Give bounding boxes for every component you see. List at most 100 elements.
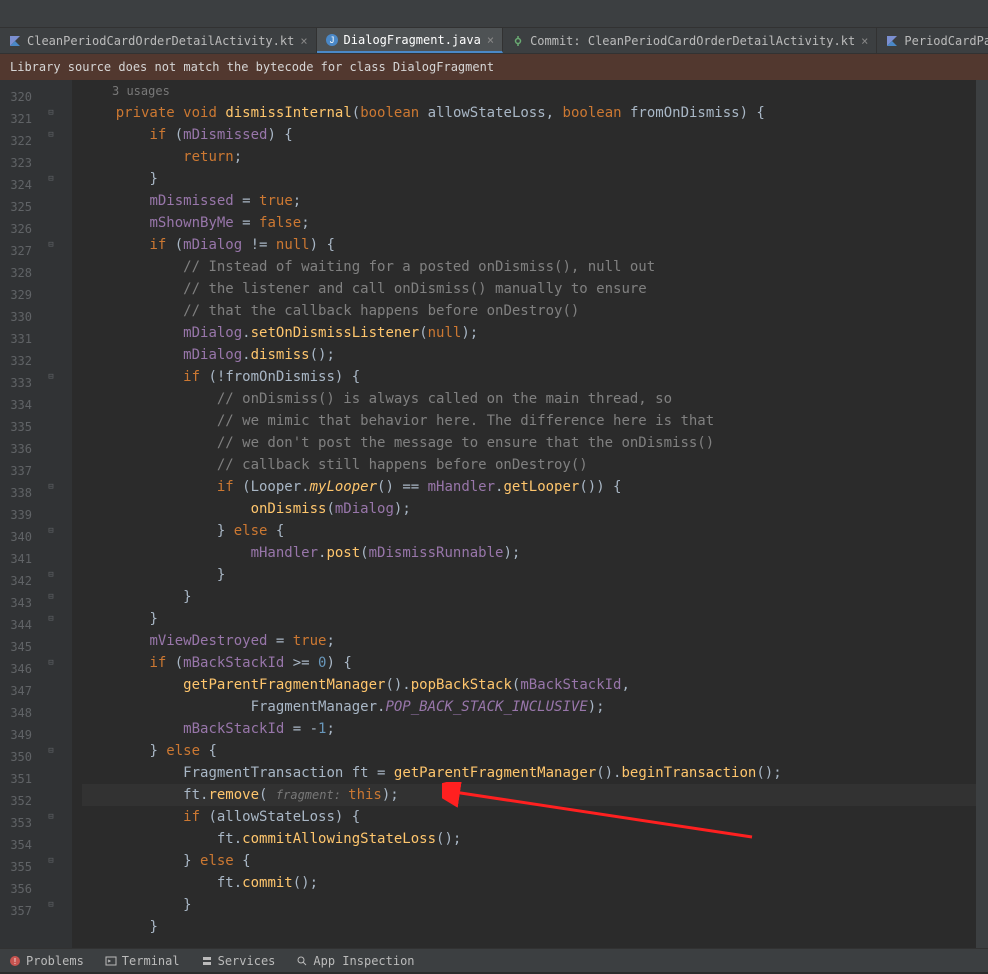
line-number: 339 [0,504,32,526]
code-line: if (mBackStackId >= 0) { [82,652,976,674]
fold-marker[interactable]: ⊟ [46,174,56,184]
fold-marker[interactable]: ⊟ [46,570,56,580]
bytecode-warning-banner: Library source does not match the byteco… [0,54,988,80]
error-icon: ! [8,954,22,968]
editor-tabs-bar: CleanPeriodCardOrderDetailActivity.kt × … [0,28,988,54]
code-line: FragmentManager.POP_BACK_STACK_INCLUSIVE… [82,696,976,718]
line-number: 328 [0,262,32,284]
code-line: mDialog.dismiss(); [82,344,976,366]
kotlin-icon [885,34,899,48]
tab-pause-dialog[interactable]: PeriodCardPauseServiceDialog.kt × [877,28,988,53]
code-line: return; [82,146,976,168]
tool-label: Problems [26,954,84,968]
tool-label: Terminal [122,954,180,968]
code-line: mHandler.post(mDismissRunnable); [82,542,976,564]
code-line-current: ft.remove( fragment: this); [82,784,976,806]
line-number: 331 [0,328,32,350]
fold-marker[interactable]: ⊟ [46,372,56,382]
line-number: 348 [0,702,32,724]
code-line: if (mDialog != null) { [82,234,976,256]
tool-label: Services [218,954,276,968]
fold-marker[interactable]: ⊟ [46,592,56,602]
code-line: FragmentTransaction ft = getParentFragme… [82,762,976,784]
code-line: } [82,586,976,608]
tab-label: CleanPeriodCardOrderDetailActivity.kt [27,34,294,48]
line-number: 345 [0,636,32,658]
tab-dialog-fragment[interactable]: J DialogFragment.java × [317,28,504,53]
code-line: ft.commit(); [82,872,976,894]
line-number: 335 [0,416,32,438]
tab-label: Commit: CleanPeriodCardOrderDetailActivi… [530,34,855,48]
tab-label: PeriodCardPauseServiceDialog.kt [904,34,988,48]
code-line: // callback still happens before onDestr… [82,454,976,476]
line-number: 330 [0,306,32,328]
svg-text:J: J [329,35,334,45]
code-line: if (Looper.myLooper() == mHandler.getLoo… [82,476,976,498]
line-number: 325 [0,196,32,218]
line-number: 351 [0,768,32,790]
line-number: 320 [0,86,32,108]
tab-clean-period-activity[interactable]: CleanPeriodCardOrderDetailActivity.kt × [0,28,317,53]
app-inspection-tool-button[interactable]: App Inspection [295,954,414,968]
problems-tool-button[interactable]: ! Problems [8,954,84,968]
fold-marker[interactable]: ⊟ [46,812,56,822]
close-icon[interactable]: × [300,34,307,48]
code-line: getParentFragmentManager().popBackStack(… [82,674,976,696]
code-line: mShownByMe = false; [82,212,976,234]
code-editor[interactable]: 3203213223233243253263273283293303313323… [0,80,988,948]
line-number: 346 [0,658,32,680]
services-tool-button[interactable]: Services [200,954,276,968]
code-line: ft.commitAllowingStateLoss(); [82,828,976,850]
fold-marker[interactable]: ⊟ [46,108,56,118]
line-number: 357 [0,900,32,922]
code-line: mDismissed = true; [82,190,976,212]
code-line: mDialog.setOnDismissListener(null); [82,322,976,344]
terminal-tool-button[interactable]: Terminal [104,954,180,968]
fold-marker[interactable]: ⊟ [46,900,56,910]
line-number: 332 [0,350,32,372]
line-number: 334 [0,394,32,416]
fold-marker[interactable]: ⊟ [46,526,56,536]
services-icon [200,954,214,968]
line-number: 326 [0,218,32,240]
tool-window-bar: ! Problems Terminal Services App Inspect… [0,948,988,972]
line-number: 344 [0,614,32,636]
line-number: 337 [0,460,32,482]
vertical-scrollbar[interactable] [976,80,988,948]
fold-marker[interactable]: ⊟ [46,482,56,492]
code-line: // we mimic that behavior here. The diff… [82,410,976,432]
line-number: 333 [0,372,32,394]
fold-marker[interactable]: ⊟ [46,856,56,866]
close-icon[interactable]: × [487,33,494,47]
code-line: // onDismiss() is always called on the m… [82,388,976,410]
code-line: mBackStackId = -1; [82,718,976,740]
window-top-bar [0,0,988,28]
code-content[interactable]: 3 usages private void dismissInternal(bo… [72,80,976,948]
line-number: 347 [0,680,32,702]
line-number: 322 [0,130,32,152]
line-number: 352 [0,790,32,812]
tab-commit[interactable]: Commit: CleanPeriodCardOrderDetailActivi… [503,28,877,53]
code-line: // Instead of waiting for a posted onDis… [82,256,976,278]
line-number: 327 [0,240,32,262]
fold-marker[interactable]: ⊟ [46,746,56,756]
line-number: 350 [0,746,32,768]
code-line: onDismiss(mDialog); [82,498,976,520]
code-line: } else { [82,740,976,762]
fold-marker[interactable]: ⊟ [46,658,56,668]
fold-marker[interactable]: ⊟ [46,130,56,140]
kotlin-icon [8,34,22,48]
usages-hint[interactable]: 3 usages [112,80,976,102]
fold-marker[interactable]: ⊟ [46,240,56,250]
line-number: 355 [0,856,32,878]
close-icon[interactable]: × [861,34,868,48]
code-line: } [82,564,976,586]
code-line: } [82,168,976,190]
code-line: // we don't post the message to ensure t… [82,432,976,454]
fold-marker[interactable]: ⊟ [46,614,56,624]
code-line: } [82,608,976,630]
code-line: } [82,894,976,916]
line-number: 343 [0,592,32,614]
line-number: 321 [0,108,32,130]
code-line: } else { [82,520,976,542]
